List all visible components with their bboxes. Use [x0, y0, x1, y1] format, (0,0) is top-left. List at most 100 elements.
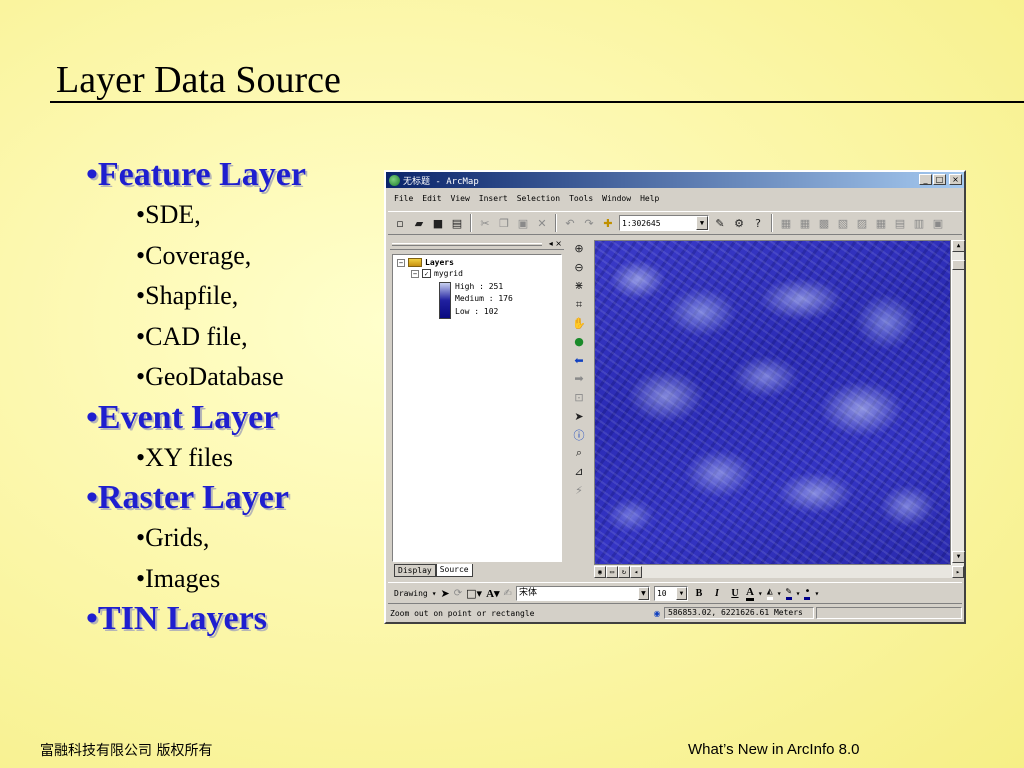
- identify-icon[interactable]: ⓘ: [570, 426, 588, 444]
- map-display[interactable]: [594, 240, 951, 565]
- chevron-down-icon[interactable]: ▾: [758, 589, 763, 598]
- scroll-left-icon[interactable]: ◂: [630, 565, 642, 578]
- font-name-field[interactable]: 宋体 ▼: [515, 585, 650, 601]
- data-view-icon[interactable]: ◉: [594, 565, 606, 578]
- select-pointer-icon[interactable]: ➤: [441, 587, 450, 600]
- menu-selection[interactable]: Selection: [517, 194, 560, 203]
- print-icon[interactable]: ▤: [449, 215, 465, 231]
- maximize-button[interactable]: □: [933, 174, 946, 185]
- scroll-down-icon[interactable]: ▼: [952, 551, 965, 563]
- paste-icon[interactable]: ▣: [515, 215, 531, 231]
- globe-icon: [389, 174, 400, 186]
- slide-title: Layer Data Source: [56, 59, 341, 101]
- delete-icon[interactable]: ✕: [534, 215, 550, 231]
- font-color-icon[interactable]: A: [745, 586, 754, 601]
- bold-button[interactable]: B: [692, 588, 706, 599]
- new-document-icon[interactable]: ▫: [392, 215, 408, 231]
- redo-icon[interactable]: ↷: [581, 215, 597, 231]
- toc-header: ◂ ×: [390, 239, 564, 250]
- tab-display[interactable]: Display: [394, 564, 436, 577]
- scroll-thumb[interactable]: [952, 260, 965, 270]
- layout-tool-icon[interactable]: ▦: [873, 215, 889, 231]
- menu-window[interactable]: Window: [602, 194, 631, 203]
- fill-color-icon[interactable]: ◭: [766, 586, 773, 600]
- fixed-zoom-in-icon[interactable]: ⋇: [570, 277, 588, 295]
- font-size-field[interactable]: 10 ▼: [653, 585, 688, 601]
- fixed-zoom-out-icon[interactable]: ⌗: [570, 296, 588, 314]
- collapse-icon[interactable]: −: [397, 258, 405, 267]
- map-scale-value: 1:302645: [622, 218, 661, 228]
- menu-edit[interactable]: Edit: [422, 194, 441, 203]
- zoom-in-icon[interactable]: ⊕: [570, 240, 588, 258]
- arctoolbox-icon[interactable]: ⚙: [731, 215, 747, 231]
- whats-this-icon[interactable]: ?: [750, 215, 766, 231]
- pan-hand-icon[interactable]: ✋: [570, 314, 588, 332]
- layout-tool-icon[interactable]: ▦: [778, 215, 794, 231]
- open-folder-icon[interactable]: ▰: [411, 215, 427, 231]
- window-title: 无标题 - ArcMap: [403, 176, 479, 187]
- italic-button[interactable]: I: [710, 588, 724, 599]
- add-data-icon[interactable]: ✚: [600, 215, 616, 231]
- marker-color-icon[interactable]: •: [804, 586, 811, 600]
- refresh-icon[interactable]: ↻: [618, 565, 630, 578]
- toc-close-icon[interactable]: ◂ ×: [549, 239, 562, 248]
- save-icon[interactable]: ■: [430, 215, 446, 231]
- forward-arrow-icon[interactable]: ➡: [570, 370, 588, 388]
- callout-icon[interactable]: ✍: [504, 588, 512, 599]
- rotate-icon[interactable]: ⟳: [454, 588, 462, 599]
- layout-tool-icon[interactable]: ▦: [797, 215, 813, 231]
- copy-icon[interactable]: ❐: [496, 215, 512, 231]
- text-tool-icon[interactable]: A▾: [486, 587, 499, 600]
- undo-icon[interactable]: ↶: [562, 215, 578, 231]
- layout-tool-icon[interactable]: ▨: [854, 215, 870, 231]
- full-extent-icon[interactable]: ●: [570, 333, 588, 351]
- toc-layer-row[interactable]: − ✓ mygrid: [411, 269, 463, 278]
- scroll-up-icon[interactable]: ▲: [952, 240, 965, 252]
- minimize-button[interactable]: _: [919, 174, 932, 185]
- zoom-out-icon[interactable]: ⊖: [570, 259, 588, 277]
- chevron-down-icon[interactable]: ▼: [675, 586, 687, 600]
- hyperlink-icon[interactable]: ⚡: [570, 482, 588, 500]
- cut-icon[interactable]: ✂: [477, 215, 493, 231]
- chevron-down-icon[interactable]: ▾: [777, 589, 782, 598]
- vertical-scrollbar[interactable]: ▲ ▼: [951, 240, 965, 565]
- toc-root-row[interactable]: − Layers: [397, 258, 454, 267]
- toc-grip[interactable]: [392, 243, 542, 246]
- underline-button[interactable]: U: [728, 588, 742, 599]
- menu-insert[interactable]: Insert: [479, 194, 508, 203]
- chevron-down-icon[interactable]: ▼: [637, 586, 649, 600]
- horizontal-scrollbar[interactable]: ◉ ▭ ↻ ◂ ▸: [594, 565, 964, 578]
- close-button[interactable]: ×: [949, 174, 962, 185]
- chevron-down-icon[interactable]: ▼: [696, 216, 708, 230]
- find-icon[interactable]: ⌕: [570, 445, 588, 463]
- chevron-down-icon[interactable]: ▾: [796, 589, 801, 598]
- line-color-icon[interactable]: ✎: [785, 586, 792, 600]
- layout-tool-icon[interactable]: ▩: [816, 215, 832, 231]
- editor-toolbar-icon[interactable]: ✎: [712, 215, 728, 231]
- menu-help[interactable]: Help: [640, 194, 659, 203]
- layout-tool-icon[interactable]: ▤: [892, 215, 908, 231]
- select-features-icon[interactable]: ⊡: [570, 389, 588, 407]
- rectangle-icon[interactable]: □▾: [466, 587, 482, 600]
- scroll-right-icon[interactable]: ▸: [952, 565, 964, 578]
- layout-tool-icon[interactable]: ▥: [911, 215, 927, 231]
- menu-tools[interactable]: Tools: [569, 194, 593, 203]
- layer-visibility-checkbox[interactable]: ✓: [422, 269, 431, 278]
- measure-icon[interactable]: ⊿: [570, 463, 588, 481]
- menu-file[interactable]: File: [394, 194, 413, 203]
- collapse-icon[interactable]: −: [411, 269, 419, 278]
- window-titlebar[interactable]: 无标题 - ArcMap _ □ ×: [386, 172, 964, 188]
- status-bar: Zoom out on point or rectangle ◉ 586853.…: [388, 606, 962, 620]
- layout-view-icon[interactable]: ▭: [606, 565, 618, 578]
- tab-source[interactable]: Source: [435, 564, 473, 577]
- footer-copyright: 富融科技有限公司 版权所有: [40, 743, 213, 759]
- back-arrow-icon[interactable]: ⬅: [570, 352, 588, 370]
- select-elements-icon[interactable]: ➤: [570, 407, 588, 425]
- chevron-down-icon[interactable]: ▾: [814, 589, 819, 598]
- map-scale-field[interactable]: 1:302645 ▼: [619, 215, 709, 231]
- chevron-down-icon[interactable]: ▾: [432, 589, 437, 598]
- layout-tool-icon[interactable]: ▣: [930, 215, 946, 231]
- menu-view[interactable]: View: [451, 194, 470, 203]
- drawing-menu[interactable]: Drawing: [394, 589, 428, 598]
- layout-tool-icon[interactable]: ▧: [835, 215, 851, 231]
